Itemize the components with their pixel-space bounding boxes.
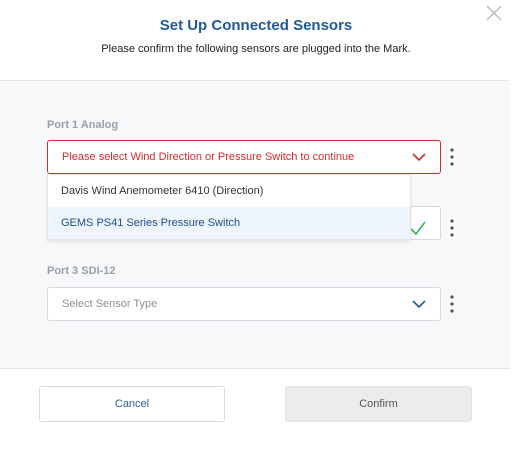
port-3-more-button[interactable] (448, 293, 456, 315)
cancel-button[interactable]: Cancel (39, 386, 225, 422)
chevron-down-icon (412, 300, 426, 309)
dropdown-option-label: GEMS PS41 Series Pressure Switch (61, 217, 241, 229)
sensor-type-dropdown: Davis Wind Anemometer 6410 (Direction) G… (47, 174, 411, 240)
chevron-down-icon (412, 153, 426, 162)
kebab-menu-icon (450, 295, 454, 313)
dialog-title: Set Up Connected Sensors (159, 17, 353, 34)
checkmark-icon (410, 221, 426, 235)
port-3-select-text: Select Sensor Type (62, 298, 158, 310)
port-3-select[interactable]: Select Sensor Type (47, 287, 441, 321)
dropdown-option[interactable]: Davis Wind Anemometer 6410 (Direction) (48, 175, 410, 207)
dropdown-option-highlighted[interactable]: GEMS PS41 Series Pressure Switch (48, 207, 410, 239)
dropdown-option-label: Davis Wind Anemometer 6410 (Direction) (61, 185, 264, 197)
port-1-select[interactable]: Please select Wind Direction or Pressure… (47, 140, 441, 174)
confirm-button[interactable]: Confirm (285, 386, 472, 422)
port-1-select-text: Please select Wind Direction or Pressure… (62, 151, 355, 163)
port-1-label: Port 1 Analog (47, 119, 119, 131)
port-3-label: Port 3 SDI-12 (47, 265, 116, 277)
kebab-menu-icon (450, 219, 454, 237)
kebab-menu-icon (450, 148, 454, 166)
port-2-more-button[interactable] (448, 217, 456, 239)
dialog-subtitle: Please confirm the following sensors are… (101, 43, 411, 55)
port-1-more-button[interactable] (448, 146, 456, 168)
